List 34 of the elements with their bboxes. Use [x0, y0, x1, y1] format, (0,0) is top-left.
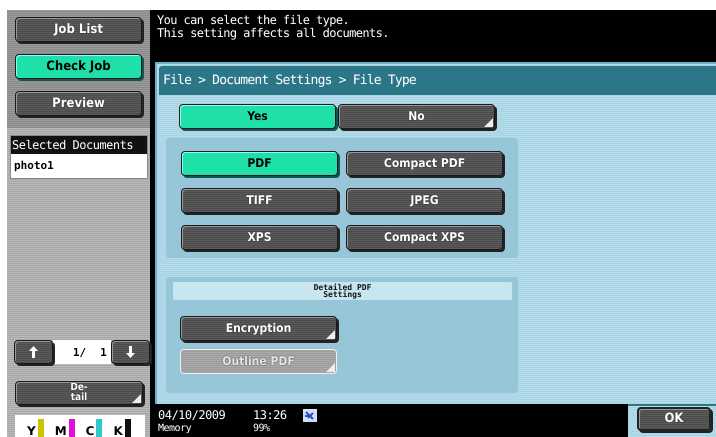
- file-type-button[interactable]: Compact XPS: [346, 225, 503, 250]
- toggle-button[interactable]: Yes: [179, 104, 336, 129]
- nav-button[interactable]: Check Job: [15, 54, 142, 79]
- breadcrumb-bar: File > Document Settings > File Type: [159, 66, 716, 95]
- file-type-button[interactable]: PDF: [181, 151, 338, 176]
- setting-button[interactable]: Encryption: [180, 316, 337, 341]
- detail-button[interactable]: De- tail: [15, 381, 143, 405]
- page-total: 1: [100, 346, 107, 358]
- up-arrow-icon: [29, 346, 38, 358]
- section-title: Detailed PDF Settings: [312, 284, 372, 298]
- instruction-text: This setting affects all documents.: [157, 27, 390, 40]
- toner-label: Y: [27, 425, 36, 437]
- toner-label: C: [86, 425, 94, 437]
- document-item[interactable]: photo1: [11, 154, 147, 178]
- scroll-down-button[interactable]: [110, 340, 150, 364]
- file-type-button[interactable]: JPEG: [346, 188, 503, 213]
- toggle-button[interactable]: No: [338, 104, 495, 129]
- memory-value: 99%: [253, 423, 271, 435]
- nav-button[interactable]: Preview: [15, 91, 142, 116]
- file-type-button[interactable]: XPS: [181, 225, 338, 250]
- file-type-button[interactable]: Compact PDF: [346, 151, 503, 176]
- date-text: 04/10/2009: [158, 409, 226, 423]
- down-arrow-icon: [126, 346, 135, 358]
- toner-label: M: [54, 425, 67, 437]
- file-type-button[interactable]: TIFF: [181, 188, 338, 213]
- toner-label: K: [113, 425, 123, 437]
- instruction-text: You can select the file type.: [157, 14, 350, 27]
- selected-documents-header: Selected Documents: [11, 136, 147, 154]
- time-text: 13:26: [253, 409, 288, 423]
- memory-label: Memory: [158, 423, 192, 435]
- nav-button[interactable]: Job List: [15, 17, 142, 42]
- scroll-up-button[interactable]: [14, 340, 54, 364]
- ok-button[interactable]: OK: [637, 407, 711, 431]
- page-current: 1/: [72, 346, 86, 358]
